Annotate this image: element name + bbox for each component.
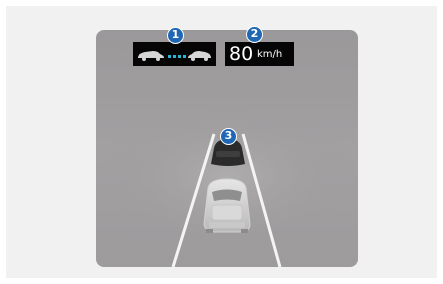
set-speed-unit: km/h <box>257 49 283 60</box>
following-distance-indicator <box>133 42 216 66</box>
callout-3: 3 <box>220 128 237 145</box>
set-speed-value: 80 <box>229 43 254 65</box>
callout-2: 2 <box>246 26 263 43</box>
distance-gap-icon <box>138 51 211 61</box>
callout-1: 1 <box>167 27 184 44</box>
own-vehicle-icon <box>203 178 251 233</box>
set-speed-display: 80 km/h <box>225 42 294 66</box>
